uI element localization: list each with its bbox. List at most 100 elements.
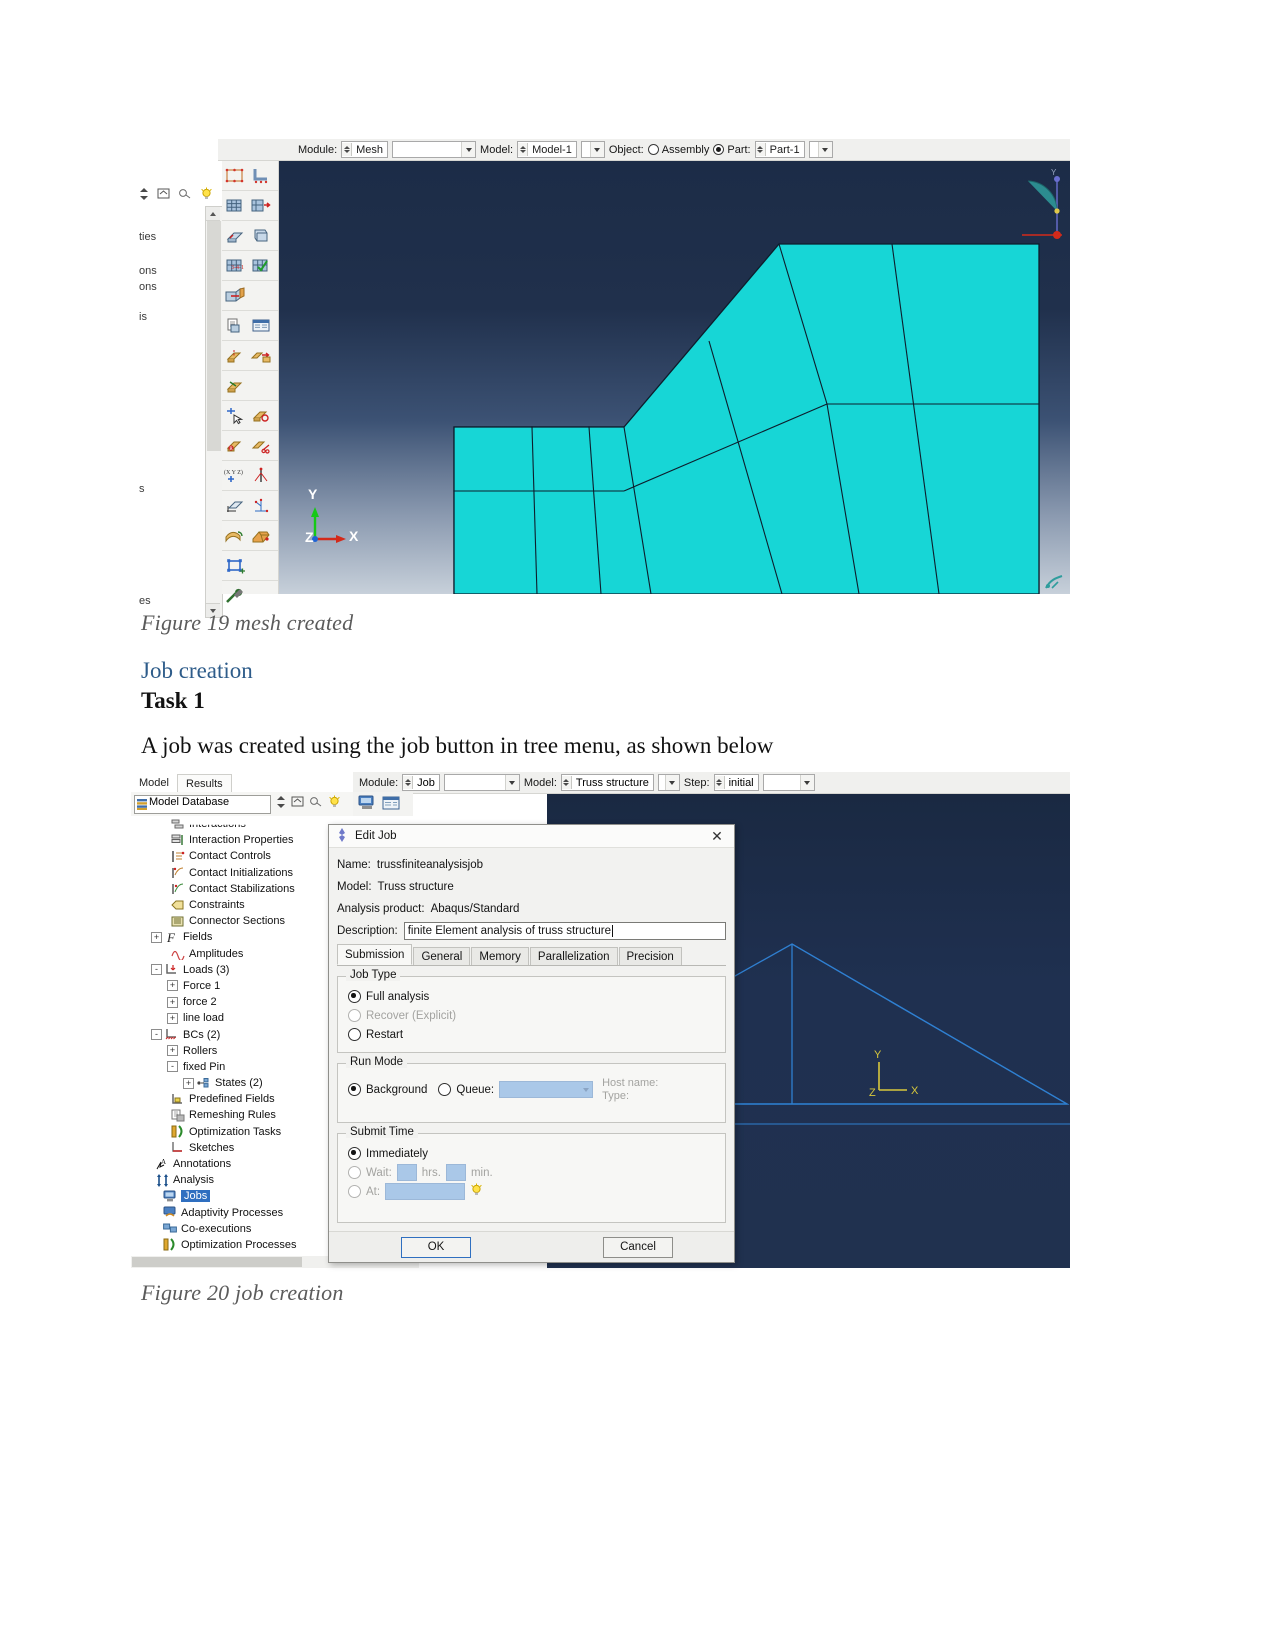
view-compass[interactable]: Y — [1018, 167, 1064, 267]
module-combo[interactable] — [392, 141, 477, 158]
collapse-icon[interactable]: - — [151, 1029, 162, 1041]
expand-icon[interactable]: + — [167, 1012, 178, 1024]
expand-icon[interactable]: + — [167, 980, 178, 992]
create-display-group-icon[interactable] — [222, 553, 248, 578]
spinner-arrows-icon[interactable] — [561, 776, 572, 789]
datum-plane-icon[interactable] — [222, 493, 248, 518]
mesh-viewport[interactable]: Y Z X Y — [279, 161, 1070, 594]
close-icon[interactable]: ✕ — [706, 827, 728, 845]
mesh-part-icon[interactable] — [222, 223, 248, 248]
tab-memory[interactable]: Memory — [471, 947, 529, 965]
partition-face-icon[interactable] — [248, 343, 274, 368]
tree-scrollbar[interactable] — [205, 206, 223, 618]
mesh-controls-icon[interactable] — [222, 193, 248, 218]
queue-combo[interactable] — [499, 1081, 594, 1098]
spinner-arrows-icon[interactable] — [755, 143, 766, 156]
spinner-arrows-icon[interactable] — [342, 143, 353, 156]
expand-icon[interactable]: + — [151, 931, 162, 943]
scroll-up-icon[interactable] — [206, 207, 220, 221]
seed-part-icon[interactable] — [222, 163, 248, 188]
step-spinbox[interactable]: initial — [713, 774, 759, 791]
mesh-stack-direction-icon[interactable]: 3-4-1 — [222, 253, 248, 278]
radio-queue[interactable] — [438, 1083, 452, 1096]
at-time-input[interactable] — [385, 1183, 466, 1200]
sweep-mesh-icon[interactable] — [222, 283, 248, 308]
extrude-mesh-icon[interactable] — [248, 523, 274, 548]
model-database-combo[interactable]: Model Database — [134, 794, 271, 814]
parent-folder-icon[interactable] — [291, 795, 304, 813]
collapse-icon[interactable]: - — [167, 1061, 178, 1073]
chevron-down-icon[interactable] — [589, 142, 604, 157]
expand-icon[interactable]: + — [183, 1077, 194, 1089]
tab-model[interactable]: Model — [131, 774, 177, 792]
radio-restart[interactable]: Restart — [348, 1025, 715, 1044]
expand-icon[interactable]: + — [167, 996, 178, 1008]
chevron-down-icon[interactable] — [664, 775, 679, 790]
tab-results[interactable]: Results — [177, 774, 232, 793]
object-part-radio[interactable]: Part: — [713, 144, 751, 156]
chevron-down-icon[interactable] — [461, 142, 476, 157]
bulb-icon[interactable] — [470, 1183, 483, 1200]
scrollbar-thumb[interactable] — [132, 1257, 302, 1267]
collapse-icon[interactable]: - — [151, 964, 162, 976]
model-spinbox[interactable]: Truss structure — [560, 774, 654, 791]
chevron-down-icon[interactable] — [799, 775, 814, 790]
model-tree-switch-icon[interactable] — [178, 187, 192, 205]
spinner-arrows-icon[interactable] — [518, 143, 529, 156]
seed-edge-icon[interactable] — [248, 163, 274, 188]
tab-parallelization[interactable]: Parallelization — [529, 947, 618, 965]
add-selection-icon[interactable] — [222, 403, 248, 428]
spinner-arrows-icon[interactable] — [403, 776, 414, 789]
module-combo[interactable] — [443, 774, 520, 791]
radio-at[interactable] — [348, 1185, 361, 1198]
updown-arrows-icon[interactable] — [139, 187, 149, 206]
chevron-down-icon[interactable] — [817, 142, 832, 157]
virtual-topology-icon[interactable] — [222, 373, 248, 398]
scrollbar-thumb[interactable] — [207, 221, 221, 451]
datum-axis-icon[interactable] — [248, 463, 274, 488]
edit-mesh-icon[interactable] — [248, 403, 274, 428]
description-input[interactable]: finite Element analysis of truss structu… — [403, 922, 726, 940]
tab-precision[interactable]: Precision — [618, 947, 682, 965]
model-combo[interactable] — [580, 141, 605, 158]
mesh-region-icon[interactable] — [248, 223, 274, 248]
model-tree-switch-icon[interactable] — [309, 795, 323, 813]
query-icon[interactable] — [222, 313, 248, 338]
part-combo[interactable] — [808, 141, 833, 158]
tab-submission[interactable]: Submission — [337, 944, 413, 965]
expand-icon[interactable]: + — [167, 1045, 178, 1057]
updown-arrows-icon[interactable] — [276, 795, 286, 814]
wait-hours-input[interactable] — [396, 1164, 417, 1181]
verify-mesh-icon[interactable] — [248, 253, 274, 278]
model-combo[interactable] — [657, 774, 680, 791]
ok-button[interactable]: OK — [401, 1236, 471, 1258]
cancel-button[interactable]: Cancel — [603, 1236, 673, 1258]
radio-background[interactable] — [348, 1083, 361, 1096]
bulb-icon[interactable] — [200, 187, 213, 206]
job-manager-icon[interactable] — [357, 794, 377, 817]
radio-immediately[interactable]: Immediately — [348, 1144, 715, 1163]
module-spinbox[interactable]: Mesh — [341, 141, 389, 158]
radio-wait[interactable] — [348, 1166, 361, 1179]
spinner-arrows-icon[interactable] — [714, 776, 725, 789]
parent-folder-icon[interactable] — [157, 187, 170, 205]
remesh-region-icon[interactable]: R — [222, 433, 248, 458]
radio-full-analysis[interactable]: Full analysis — [348, 987, 715, 1006]
create-partition-icon[interactable] — [222, 343, 248, 368]
step-combo[interactable] — [762, 774, 815, 791]
offset-mesh-icon[interactable] — [222, 523, 248, 548]
chevron-down-icon[interactable] — [580, 1087, 592, 1092]
wait-minutes-input[interactable] — [445, 1164, 466, 1181]
cut-mesh-icon[interactable] — [248, 433, 274, 458]
tools-icon[interactable] — [222, 583, 248, 608]
datum-csys-icon[interactable] — [248, 493, 274, 518]
datum-point-xyz-icon[interactable]: (X Y Z) — [222, 463, 248, 488]
dialog-titlebar[interactable]: Edit Job ✕ — [329, 825, 734, 848]
object-assembly-radio[interactable]: Assembly — [647, 144, 709, 156]
assign-element-type-icon[interactable] — [248, 193, 274, 218]
part-spinbox[interactable]: Part-1 — [754, 141, 805, 158]
edit-job-dialog[interactable]: Edit Job ✕ Name: trussfiniteanalysisjob … — [328, 824, 735, 1263]
tab-general[interactable]: General — [413, 947, 471, 965]
module-spinbox[interactable]: Job — [402, 774, 440, 791]
chevron-down-icon[interactable] — [504, 775, 519, 790]
